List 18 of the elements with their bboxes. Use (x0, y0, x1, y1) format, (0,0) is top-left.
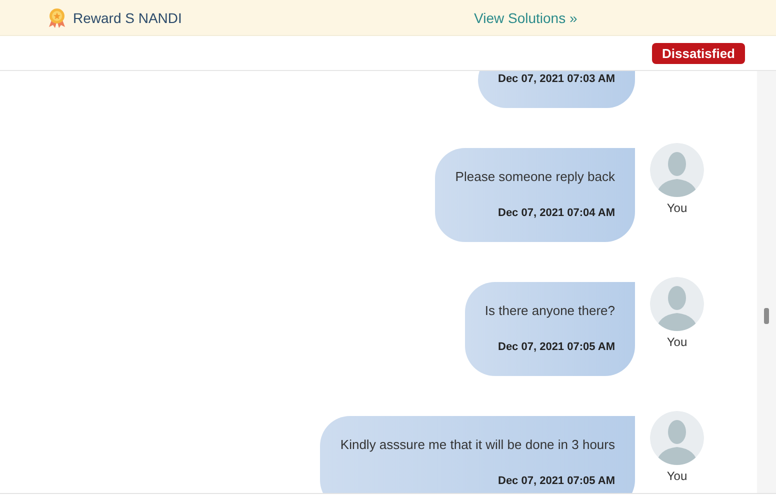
avatar-icon (650, 277, 704, 331)
message-time: Dec 07, 2021 07:04 AM (498, 206, 615, 221)
author-name: You (666, 335, 688, 349)
message-time: Dec 07, 2021 07:05 AM (498, 474, 615, 489)
award-icon (48, 8, 66, 28)
reward-name: Reward S NANDI (73, 10, 182, 26)
author-name: You (666, 469, 688, 483)
message-text: Kindly asssure me that it will be done in 3 hours (340, 436, 615, 454)
message-time: Dec 07, 2021 07:05 AM (498, 340, 615, 355)
avatar-icon (650, 143, 704, 197)
view-solutions-link[interactable]: View Solutions » (474, 10, 578, 26)
avatar-icon (650, 411, 704, 465)
scrollbar[interactable] (757, 71, 776, 493)
author-name: You (666, 201, 688, 215)
message-text: Please someone reply back (455, 168, 615, 186)
message-time: Dec 07, 2021 07:03 AM (498, 72, 615, 87)
status-badge: Dissatisfied (652, 42, 745, 64)
message-text: Is there anyone there? (484, 302, 615, 320)
